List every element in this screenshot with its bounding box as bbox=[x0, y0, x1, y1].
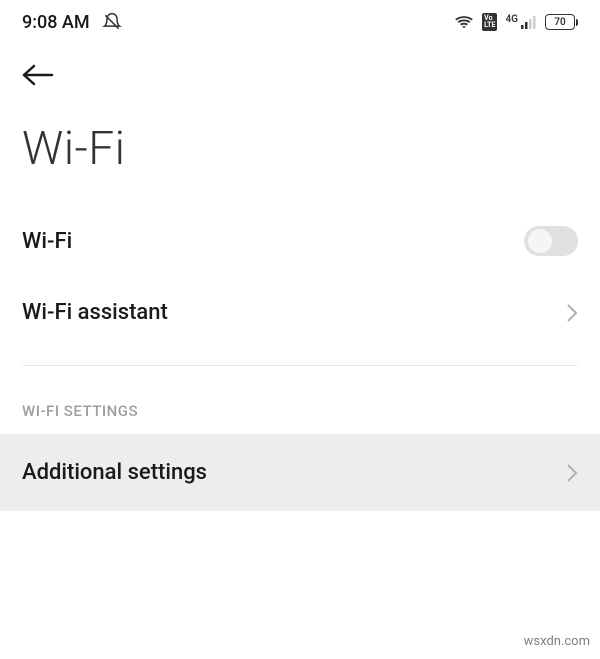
chevron-right-icon bbox=[566, 303, 578, 323]
divider bbox=[22, 365, 578, 366]
wifi-toggle-row[interactable]: Wi-Fi bbox=[0, 204, 600, 278]
additional-settings-row[interactable]: Additional settings bbox=[0, 434, 600, 511]
status-time: 9:08 AM bbox=[22, 12, 90, 33]
status-bar: 9:08 AM VoLTE 4G bbox=[0, 0, 600, 40]
status-right: VoLTE 4G 70 bbox=[454, 13, 578, 31]
wifi-toggle-label: Wi-Fi bbox=[22, 229, 72, 254]
notifications-off-icon bbox=[102, 12, 122, 32]
additional-settings-label: Additional settings bbox=[22, 460, 207, 485]
volte-icon: VoLTE bbox=[482, 13, 497, 31]
arrow-left-icon bbox=[22, 64, 54, 86]
chevron-right-icon bbox=[566, 463, 578, 483]
back-button[interactable] bbox=[0, 40, 600, 102]
watermark: wsxdn.com bbox=[524, 634, 590, 649]
battery-indicator: 70 bbox=[545, 14, 578, 30]
status-left: 9:08 AM bbox=[22, 12, 122, 33]
wifi-toggle-switch[interactable] bbox=[524, 226, 578, 256]
wifi-icon bbox=[454, 14, 474, 30]
wifi-assistant-label: Wi-Fi assistant bbox=[22, 300, 168, 325]
network-indicator: 4G bbox=[505, 15, 537, 29]
signal-icon bbox=[521, 15, 537, 29]
page-title: Wi-Fi bbox=[0, 102, 600, 204]
wifi-assistant-row[interactable]: Wi-Fi assistant bbox=[0, 278, 600, 347]
section-header: WI-FI SETTINGS bbox=[0, 384, 600, 434]
